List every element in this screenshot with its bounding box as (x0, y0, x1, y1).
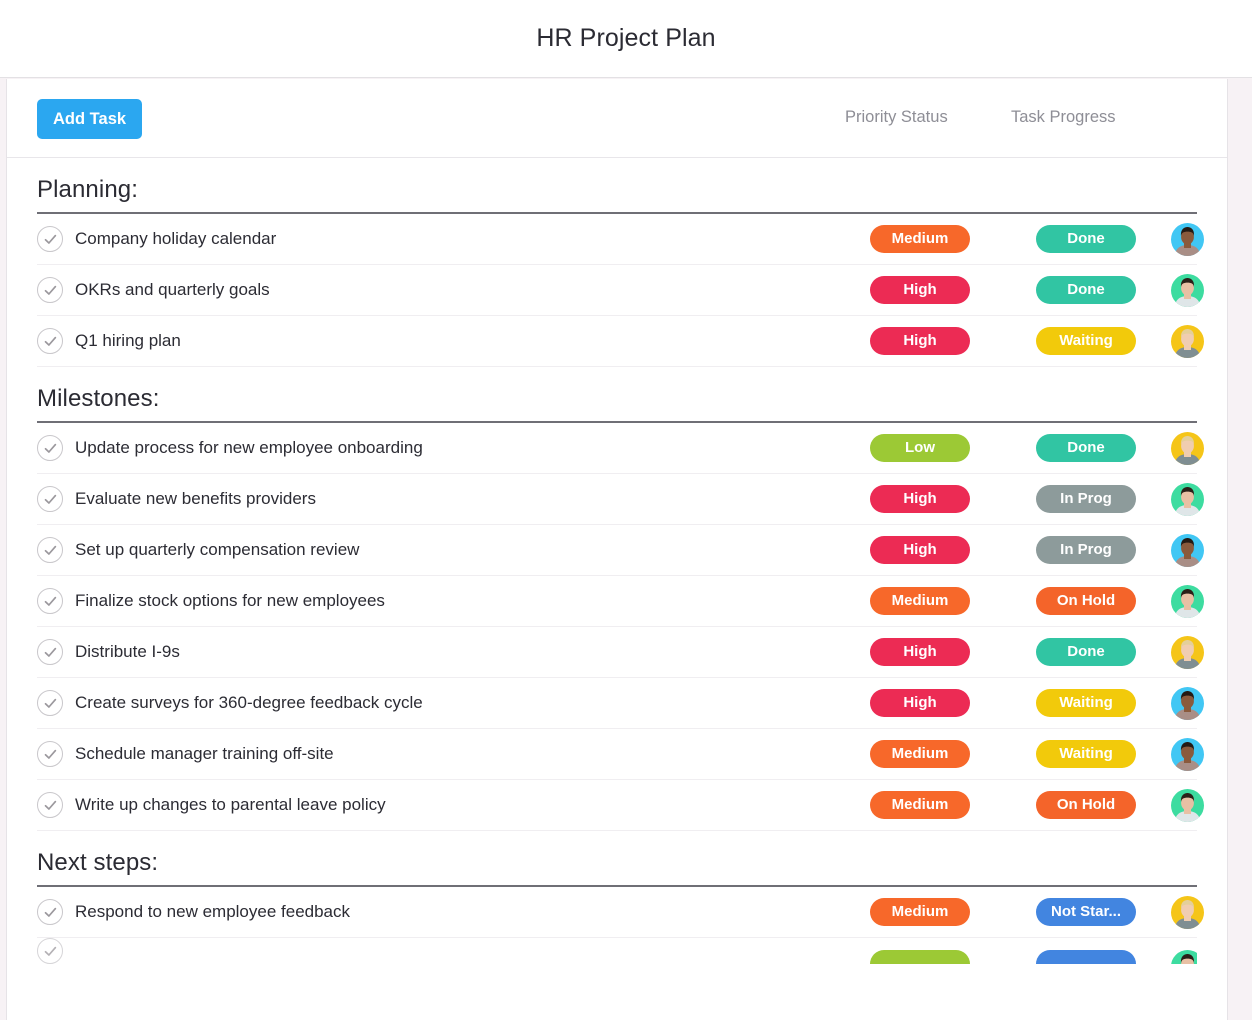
assignee-avatar[interactable] (1171, 895, 1204, 929)
progress-badge[interactable]: On Hold (1036, 587, 1136, 615)
toolbar: Add Task Priority Status Task Progress (7, 79, 1227, 158)
task-label: Schedule manager training off-site (75, 744, 334, 763)
priority-badge[interactable]: High (870, 485, 970, 513)
task-board-card: Add Task Priority Status Task Progress P… (6, 79, 1228, 1020)
task-label: Finalize stock options for new employees (75, 591, 385, 610)
check-circle-icon[interactable] (37, 899, 63, 925)
task-row[interactable]: Update process for new employee onboardi… (37, 423, 1204, 474)
task-row[interactable]: OKRs and quarterly goals High Done (37, 265, 1204, 316)
task-row[interactable]: Respond to new employee feedback Medium No… (37, 887, 1204, 938)
task-label: Distribute I-9s (75, 642, 180, 661)
assignee-avatar[interactable] (1171, 273, 1204, 307)
title-bar: HR Project Plan (0, 0, 1252, 78)
task-label: Respond to new employee feedback (75, 902, 351, 921)
priority-badge[interactable]: High (870, 536, 970, 564)
assignee-avatar[interactable] (1171, 482, 1204, 516)
priority-badge[interactable]: Low (870, 434, 970, 462)
app-root: HR Project Plan Add Task Priority Status… (0, 0, 1252, 1020)
assignee-avatar[interactable] (1171, 431, 1204, 465)
check-circle-icon[interactable] (37, 435, 63, 461)
progress-badge[interactable]: In Prog (1036, 485, 1136, 513)
column-header-task-progress: Task Progress (1011, 108, 1116, 126)
assignee-avatar[interactable] (1171, 324, 1204, 358)
priority-badge[interactable]: Medium (870, 898, 970, 926)
priority-badge[interactable] (870, 950, 970, 964)
assignee-avatar[interactable] (1171, 222, 1204, 256)
page-title: HR Project Plan (536, 24, 716, 52)
task-row[interactable]: Distribute I-9s High Done (37, 627, 1204, 678)
assignee-avatar[interactable] (1171, 686, 1204, 720)
progress-badge[interactable]: Done (1036, 638, 1136, 666)
assignee-avatar[interactable] (1171, 533, 1204, 567)
check-circle-icon[interactable] (37, 486, 63, 512)
add-task-button[interactable]: Add Task (37, 99, 143, 139)
check-circle-icon[interactable] (37, 690, 63, 716)
check-circle-icon[interactable] (37, 938, 63, 964)
task-label: Write up changes to parental leave polic… (75, 795, 386, 814)
assignee-avatar[interactable] (1171, 635, 1204, 669)
task-label: Company holiday calendar (75, 229, 277, 248)
check-circle-icon[interactable] (37, 277, 63, 303)
priority-badge[interactable]: Medium (870, 791, 970, 819)
priority-badge[interactable]: Medium (870, 587, 970, 615)
task-section: Planning: Company holiday calendar Medium D… (7, 158, 1227, 367)
task-row[interactable] (37, 938, 1197, 964)
priority-badge[interactable]: High (870, 327, 970, 355)
task-row[interactable]: Write up changes to parental leave polic… (37, 780, 1204, 831)
task-row[interactable]: Set up quarterly compensation review High… (37, 525, 1204, 576)
check-circle-icon[interactable] (37, 588, 63, 614)
section-title: Next steps: (37, 849, 159, 876)
progress-badge[interactable]: Waiting (1036, 327, 1136, 355)
progress-badge[interactable]: Done (1036, 225, 1136, 253)
check-circle-icon[interactable] (37, 328, 63, 354)
section-title: Planning: (37, 176, 138, 203)
task-row[interactable]: Evaluate new benefits providers High In Pr… (37, 474, 1204, 525)
priority-badge[interactable]: High (870, 638, 970, 666)
task-label: Create surveys for 360-degree feedback c… (75, 693, 423, 712)
task-label: OKRs and quarterly goals (75, 280, 270, 299)
task-label: Q1 hiring plan (75, 331, 181, 350)
task-label: Update process for new employee onboardi… (75, 438, 423, 457)
priority-badge[interactable]: Medium (870, 740, 970, 768)
check-circle-icon[interactable] (37, 226, 63, 252)
progress-badge[interactable]: Waiting (1036, 689, 1136, 717)
section-title: Milestones: (37, 385, 160, 412)
progress-badge[interactable]: Waiting (1036, 740, 1136, 768)
progress-badge[interactable]: On Hold (1036, 791, 1136, 819)
assignee-avatar[interactable] (1171, 788, 1204, 822)
sections-container: Planning: Company holiday calendar Medium D… (7, 158, 1227, 964)
progress-badge[interactable]: Done (1036, 276, 1136, 304)
progress-badge[interactable]: Not Star... (1036, 898, 1136, 926)
task-row[interactable]: Q1 hiring plan High Waiting (37, 316, 1204, 367)
task-section: Next steps: Respond to new employee feedb… (7, 831, 1227, 964)
progress-badge[interactable]: Done (1036, 434, 1136, 462)
check-circle-icon[interactable] (37, 639, 63, 665)
priority-badge[interactable]: Medium (870, 225, 970, 253)
task-row[interactable]: Schedule manager training off-site Medium… (37, 729, 1204, 780)
progress-badge[interactable]: In Prog (1036, 536, 1136, 564)
column-header-priority-status: Priority Status (845, 108, 948, 126)
assignee-avatar[interactable] (1171, 737, 1204, 771)
task-section: Milestones: Update process for new employ… (7, 367, 1227, 831)
task-row[interactable]: Finalize stock options for new employees… (37, 576, 1204, 627)
task-row[interactable]: Create surveys for 360-degree feedback c… (37, 678, 1204, 729)
task-label: Set up quarterly compensation review (75, 540, 360, 559)
priority-badge[interactable]: High (870, 276, 970, 304)
assignee-avatar[interactable] (1171, 584, 1204, 618)
assignee-avatar[interactable] (1171, 950, 1197, 964)
check-circle-icon[interactable] (37, 537, 63, 563)
priority-badge[interactable]: High (870, 689, 970, 717)
check-circle-icon[interactable] (37, 741, 63, 767)
progress-badge[interactable] (1036, 950, 1136, 964)
task-row[interactable]: Company holiday calendar Medium Done (37, 214, 1204, 265)
task-label: Evaluate new benefits providers (75, 489, 316, 508)
check-circle-icon[interactable] (37, 792, 63, 818)
